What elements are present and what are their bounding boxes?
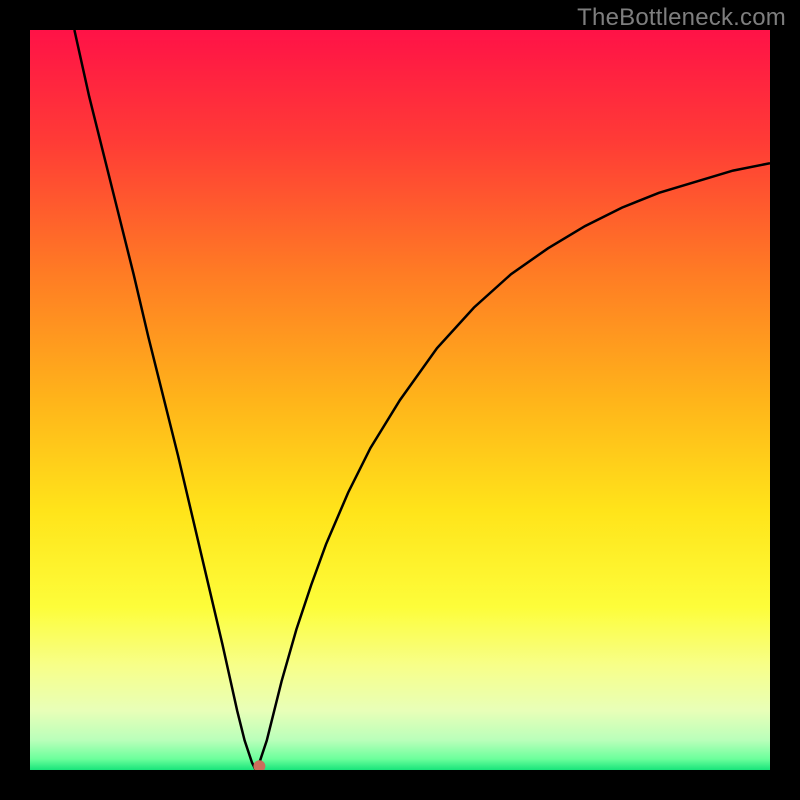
chart-plot-area <box>30 30 770 770</box>
bottleneck-curve <box>74 30 770 770</box>
watermark-text: TheBottleneck.com <box>577 4 786 32</box>
chart-svg <box>30 30 770 770</box>
optimal-point-marker <box>253 760 265 770</box>
